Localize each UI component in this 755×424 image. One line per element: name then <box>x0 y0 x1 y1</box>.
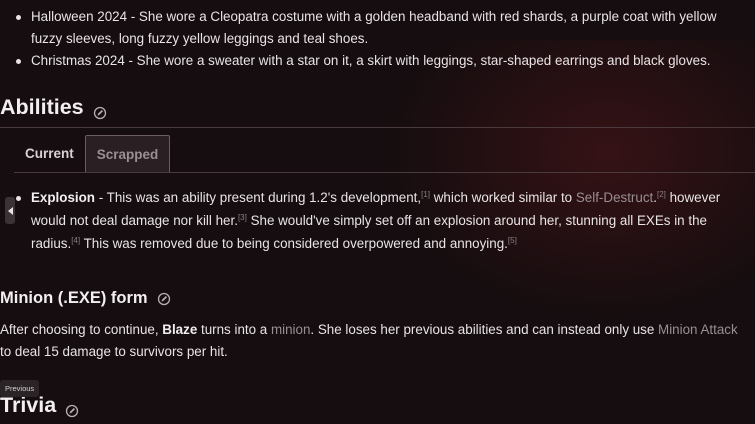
text: which worked similar to <box>430 190 576 205</box>
reference-5[interactable]: [5] <box>508 236 517 245</box>
scrapped-ability-text: Explosion - This was an ability present … <box>31 186 747 255</box>
text: turns into a <box>197 322 271 337</box>
pencil-edit-icon[interactable] <box>93 101 107 119</box>
minion-link[interactable]: minion <box>271 322 310 337</box>
reference-3[interactable]: [3] <box>238 213 247 222</box>
section-title: Abilities <box>0 95 84 119</box>
list-item: Halloween 2024 - She wore a Cleopatra co… <box>14 6 749 50</box>
previous-tooltip: Previous <box>0 380 40 397</box>
text: . She loses her previous abilities and c… <box>310 322 659 337</box>
pencil-edit-icon[interactable] <box>65 399 79 417</box>
tab-divider <box>14 172 755 173</box>
ability-name: Explosion <box>31 190 95 205</box>
outfit-list: Halloween 2024 - She wore a Cleopatra co… <box>14 6 749 72</box>
text: - This was an ability present during 1.2… <box>95 190 422 205</box>
list-item: Christmas 2024 - She wore a sweater with… <box>14 50 749 72</box>
text: This was removed due to being considered… <box>80 236 508 251</box>
minion-heading: Minion (.EXE) form <box>0 289 171 308</box>
abilities-heading: Abilities <box>0 95 107 120</box>
chevron-left-icon <box>7 206 13 215</box>
background-glow <box>380 40 755 320</box>
bullet-dot <box>16 196 21 201</box>
tab-scrapped[interactable]: Scrapped <box>84 135 171 172</box>
section-title: Minion (.EXE) form <box>0 289 148 307</box>
self-destruct-link[interactable]: Self-Destruct <box>576 190 653 205</box>
ability-tabs: Current Scrapped <box>14 135 171 173</box>
reference-4[interactable]: [4] <box>71 236 80 245</box>
section-divider <box>0 127 755 128</box>
reference-1[interactable]: [1] <box>421 190 430 199</box>
character-name: Blaze <box>162 322 198 337</box>
previous-button[interactable] <box>5 197 15 224</box>
text: After choosing to continue, <box>0 322 163 337</box>
pencil-edit-icon[interactable] <box>157 292 171 306</box>
reference-2[interactable]: [2] <box>657 190 666 199</box>
minion-paragraph: After choosing to continue, Blaze turns … <box>0 319 750 363</box>
text: to deal 15 damage to survivors per hit. <box>0 344 228 359</box>
tab-current[interactable]: Current <box>14 135 85 171</box>
minion-attack-link[interactable]: Minion Attack <box>658 322 738 337</box>
